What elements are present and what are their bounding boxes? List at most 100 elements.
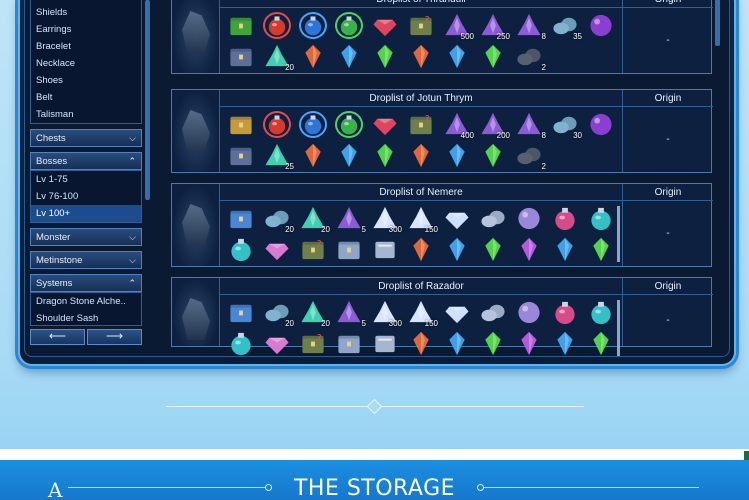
dark-chest-icon[interactable] [224, 41, 260, 72]
violet-egg-icon[interactable] [512, 297, 548, 328]
cyan-potion-icon[interactable] [584, 297, 620, 328]
sidebar-item[interactable]: Shoulder Sash [31, 310, 141, 325]
pink-gem-icon[interactable] [260, 328, 296, 359]
purple-crystal-icon[interactable]: 5 [332, 297, 368, 328]
sidebar-item[interactable]: Lv 100+ [31, 205, 141, 222]
blue-ore-icon[interactable]: 20 [260, 297, 296, 328]
mystery-box-icon[interactable]: ? [404, 109, 440, 140]
green-shard-icon[interactable] [476, 41, 512, 72]
purple-crystal-icon[interactable]: 5 [332, 203, 368, 234]
white-gem-icon[interactable] [440, 297, 476, 328]
purple-crystal-icon[interactable]: 400 [440, 109, 476, 140]
red-potion-icon[interactable] [260, 10, 296, 41]
silver-chest-icon[interactable] [332, 234, 368, 265]
systems-category-header[interactable]: Systems ⌃ [30, 274, 142, 292]
red-shard-icon[interactable] [296, 140, 332, 171]
sidebar-item[interactable]: Lv 1-75 [31, 171, 141, 188]
panel-scrollbar[interactable] [617, 206, 620, 262]
purple-crystal-icon[interactable]: 200 [476, 109, 512, 140]
blue-potion-icon[interactable] [296, 10, 332, 41]
sidebar-scrollbar[interactable] [145, 0, 150, 200]
dark-ore-icon[interactable]: 2 [512, 41, 548, 72]
purple-crystal-icon[interactable]: 500 [440, 10, 476, 41]
red-shard-icon[interactable] [404, 140, 440, 171]
purple-crystal-icon[interactable]: 8 [512, 109, 548, 140]
monster-category-header[interactable]: Monster ⌵ [30, 228, 142, 246]
mystery-box-icon[interactable]: ? [296, 328, 332, 359]
sidebar-item[interactable]: Talisman [31, 106, 141, 123]
blue-shard-icon[interactable] [440, 41, 476, 72]
blue-shard-icon[interactable] [440, 140, 476, 171]
violet-shard-icon[interactable] [512, 234, 548, 265]
book-icon[interactable] [368, 328, 404, 359]
panel-scrollbar[interactable] [617, 300, 620, 356]
blue-shard-icon[interactable] [440, 234, 476, 265]
red-gem-icon[interactable] [368, 109, 404, 140]
content-scrollbar[interactable] [715, 0, 720, 46]
sidebar-item[interactable]: Dragon Stone Alche.. [31, 293, 141, 310]
white-crystal-icon[interactable]: 150 [404, 203, 440, 234]
dark-chest-icon[interactable] [224, 140, 260, 171]
sidebar-item[interactable]: Shields [31, 4, 141, 21]
blue-ore-icon[interactable]: 20 [260, 203, 296, 234]
green-shard-icon[interactable] [368, 140, 404, 171]
white-crystal-icon[interactable]: 300 [368, 297, 404, 328]
mystery-box-icon[interactable]: ? [296, 234, 332, 265]
previous-page-button[interactable]: ⟵ [30, 329, 85, 345]
purple-crystal-icon[interactable]: 250 [476, 10, 512, 41]
chests-category-header[interactable]: Chests ⌵ [30, 129, 142, 147]
violet-egg-icon[interactable] [512, 203, 548, 234]
cyan-potion-icon[interactable] [584, 203, 620, 234]
green-crystal-icon[interactable]: 20 [296, 203, 332, 234]
green-chest-icon[interactable] [224, 10, 260, 41]
cyan-potion-icon[interactable] [224, 234, 260, 265]
blue-ore-icon[interactable]: 30 [548, 109, 584, 140]
cyan-potion-icon[interactable] [224, 328, 260, 359]
purple-crystal-icon[interactable]: 8 [512, 10, 548, 41]
green-shard-icon[interactable] [368, 41, 404, 72]
red-gem-icon[interactable] [368, 10, 404, 41]
purple-orb-icon[interactable] [584, 109, 620, 140]
gold-chest-icon[interactable] [224, 109, 260, 140]
green-shard-icon[interactable] [476, 328, 512, 359]
green-potion-icon[interactable] [332, 109, 368, 140]
pearl-cluster-icon[interactable] [476, 297, 512, 328]
blue-shard-icon[interactable] [332, 140, 368, 171]
white-crystal-icon[interactable]: 300 [368, 203, 404, 234]
red-shard-icon[interactable] [296, 41, 332, 72]
pink-potion-icon[interactable] [548, 203, 584, 234]
red-shard-icon[interactable] [404, 328, 440, 359]
white-gem-icon[interactable] [440, 203, 476, 234]
sidebar-item[interactable]: Belt [31, 89, 141, 106]
red-shard-icon[interactable] [404, 41, 440, 72]
pink-potion-icon[interactable] [548, 297, 584, 328]
blue-shard-icon[interactable] [548, 234, 584, 265]
book-icon[interactable] [368, 234, 404, 265]
silver-chest-icon[interactable] [332, 328, 368, 359]
sidebar-item[interactable]: Necklace [31, 55, 141, 72]
green-crystal-icon[interactable]: 20 [260, 41, 296, 72]
violet-shard-icon[interactable] [512, 328, 548, 359]
sidebar-item[interactable]: Shoes [31, 72, 141, 89]
green-crystal-icon[interactable]: 20 [296, 297, 332, 328]
pearl-cluster-icon[interactable] [476, 203, 512, 234]
sidebar-item[interactable]: Earrings [31, 21, 141, 38]
sidebar-item[interactable]: Lv 76-100 [31, 188, 141, 205]
green-shard-icon[interactable] [476, 140, 512, 171]
red-potion-icon[interactable] [260, 109, 296, 140]
purple-orb-icon[interactable] [584, 10, 620, 41]
green-shard-icon[interactable] [476, 234, 512, 265]
next-page-button[interactable]: ⟶ [87, 329, 142, 345]
green-shard-icon[interactable] [584, 234, 620, 265]
bosses-category-header[interactable]: Bosses ⌃ [30, 152, 142, 170]
green-potion-icon[interactable] [332, 10, 368, 41]
blue-potion-icon[interactable] [296, 109, 332, 140]
metinstone-category-header[interactable]: Metinstone ⌵ [30, 251, 142, 269]
blue-shard-icon[interactable] [440, 328, 476, 359]
dark-ore-icon[interactable]: 2 [512, 140, 548, 171]
green-shard-icon[interactable] [584, 328, 620, 359]
green-crystal-icon[interactable]: 25 [260, 140, 296, 171]
sidebar-item[interactable]: Bracelet [31, 38, 141, 55]
blue-shard-icon[interactable] [332, 41, 368, 72]
blue-ore-icon[interactable]: 35 [548, 10, 584, 41]
